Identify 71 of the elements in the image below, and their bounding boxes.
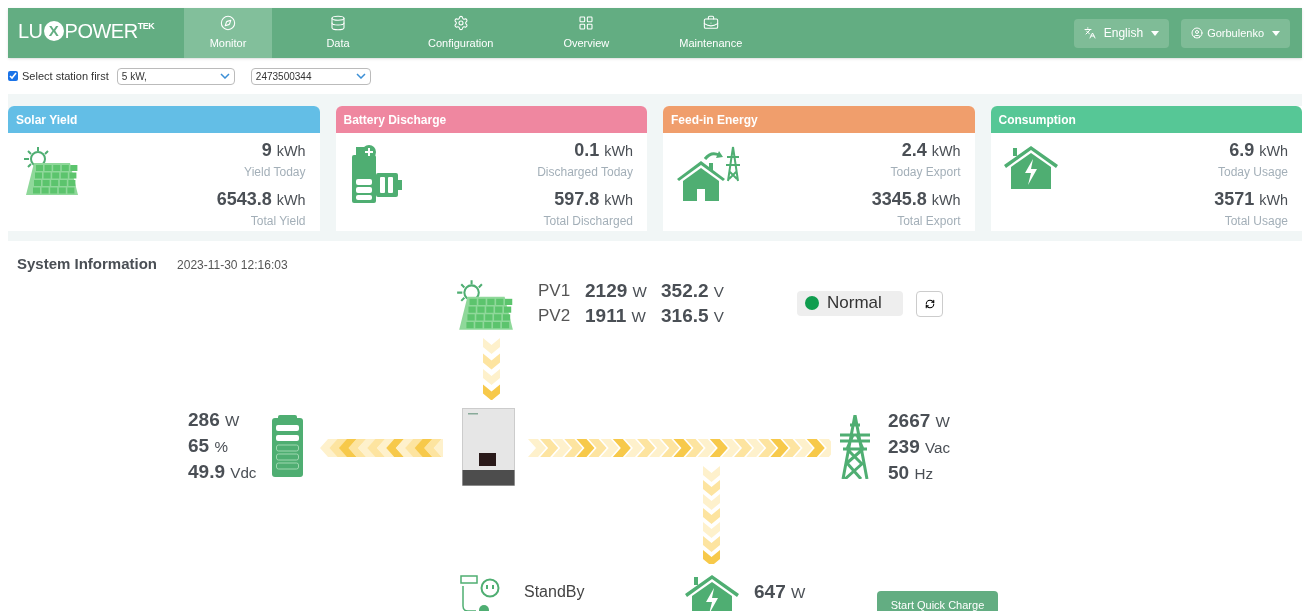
logo-suffix: TEK xyxy=(137,20,155,31)
card-title: Consumption xyxy=(997,111,1077,129)
nav-tab[interactable]: Configuration xyxy=(404,8,518,58)
reading: 286 W xyxy=(188,408,240,430)
timestamp: 2023-11-30 12:16:03 xyxy=(177,257,288,274)
language-icon xyxy=(1083,27,1096,39)
compass-icon xyxy=(220,14,236,31)
battery-icon xyxy=(272,414,303,477)
reading: 239 Vac xyxy=(888,435,951,457)
card-title: Solar Yield xyxy=(15,111,79,129)
nav-tab[interactable]: Monitor xyxy=(184,8,272,58)
eps-socket-icon xyxy=(460,573,500,611)
nav-tab[interactable]: Data xyxy=(294,8,382,58)
caret-icon xyxy=(355,73,366,79)
caret-icon xyxy=(1151,30,1160,36)
house-icon xyxy=(1002,145,1059,189)
station-select[interactable]: 5 kW, xyxy=(116,67,235,85)
caret-icon xyxy=(219,73,230,79)
stat-label: Discharged Today xyxy=(537,164,633,180)
card-title: Feed-in Energy xyxy=(670,111,759,129)
checkbox-label: Select station first xyxy=(22,68,109,84)
grid-icon xyxy=(578,14,595,31)
caret-icon xyxy=(1272,30,1280,36)
reading: 9 kWh xyxy=(261,139,306,162)
eps-status: StandBy xyxy=(524,581,585,602)
nav-tab[interactable]: Overview xyxy=(539,8,634,58)
status-text: Normal xyxy=(827,292,882,315)
logo-text: POWER xyxy=(64,19,138,44)
reading: 3345.8 kWh xyxy=(871,189,961,209)
section-title: System Information xyxy=(17,254,158,274)
stat-label: Total Export xyxy=(897,213,961,229)
device-select[interactable]: 2473500344 xyxy=(250,67,371,85)
nav-tab[interactable]: Maintenance xyxy=(655,8,767,58)
reading: 2129 W xyxy=(585,279,647,301)
user-icon xyxy=(1191,27,1204,39)
power-tower-icon xyxy=(837,414,873,479)
reading: 49.9 Vdc xyxy=(188,460,257,482)
language-button[interactable]: English xyxy=(1073,18,1170,48)
database-icon xyxy=(330,14,346,31)
quick-charge-button[interactable]: Start Quick Charge xyxy=(877,590,998,611)
stat-label: Total Usage xyxy=(1224,213,1288,229)
settings-icon xyxy=(452,14,469,31)
reading: 2667 W xyxy=(888,409,950,431)
reading: 352.2 V xyxy=(661,278,724,303)
stat-label: Total Discharged xyxy=(543,213,633,229)
stat-label: Yield Today xyxy=(244,164,306,180)
stat-label: Today Usage xyxy=(1217,164,1288,180)
refresh-icon xyxy=(924,298,935,309)
flow-down-arrow xyxy=(483,337,500,400)
reading: 2.4 kWh xyxy=(901,139,961,162)
station-checkbox[interactable] xyxy=(8,71,18,81)
logo-text: LU xyxy=(18,19,43,44)
stat-label: Today Export xyxy=(890,164,961,180)
reading: 0.1 kWh xyxy=(574,139,633,162)
reading: 3571 kWh xyxy=(1214,189,1288,209)
reading: 65 % xyxy=(188,434,228,456)
reading: 6.9 kWh xyxy=(1229,139,1288,162)
pv-label: PV1 xyxy=(538,280,572,303)
pv-label: PV2 xyxy=(538,305,572,328)
stat-label: Total Yield xyxy=(250,213,306,229)
reading: 316.5 V xyxy=(661,303,724,328)
reading: 597.8 kWh xyxy=(554,189,633,209)
refresh-button[interactable] xyxy=(916,290,943,317)
logo-mark: X xyxy=(43,21,64,41)
briefcase-icon xyxy=(702,14,719,31)
reading: 6543.8 kWh xyxy=(216,189,306,209)
card-title: Battery Discharge xyxy=(342,111,448,129)
user-button[interactable]: Gorbulenko xyxy=(1181,18,1290,48)
reading: 1911 W xyxy=(585,304,646,326)
reading: 647 W xyxy=(754,580,806,602)
reading: 50 Hz xyxy=(888,461,933,483)
